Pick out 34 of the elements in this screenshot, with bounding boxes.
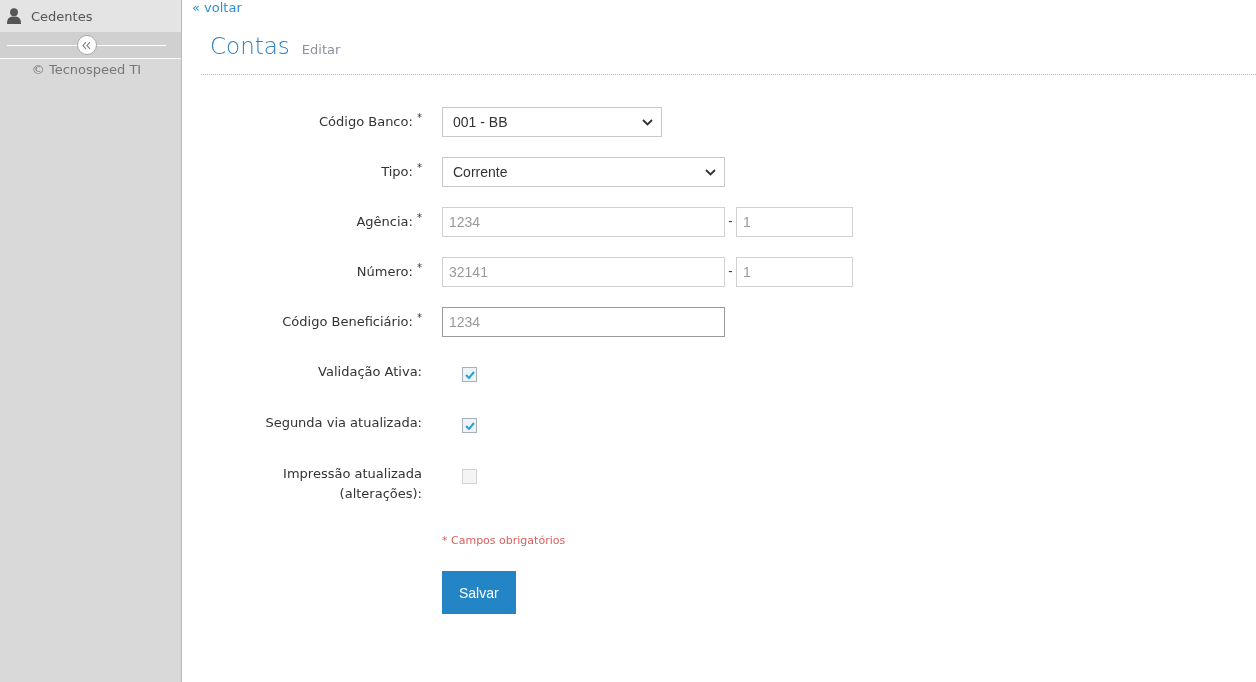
page-title: Contas [210, 32, 290, 61]
checkmark-icon [464, 421, 475, 430]
field-label: Código Beneficiário: $^{*}$ [282, 311, 422, 331]
select-field[interactable]: 001 - BB [442, 107, 662, 137]
sidebar-item[interactable]: Cedentes [0, 0, 181, 32]
field-label: Impressão atualizada (alterações): [282, 465, 422, 503]
page-subtitle: Editar [301, 42, 341, 57]
collapse-button[interactable] [76, 35, 97, 55]
input-field[interactable]: 1234 [442, 307, 725, 337]
back-link[interactable]: « voltar [192, 0, 242, 16]
chevron-down-icon [642, 118, 653, 126]
required-note: * Campos obrigatórios [442, 534, 567, 547]
input-field[interactable]: 1234 [442, 207, 725, 237]
checkmark-icon [464, 370, 475, 379]
field-label: Agência: $^{*}$ [356, 211, 422, 231]
input-field[interactable]: 1 [736, 207, 853, 237]
field-label: Tipo: $^{*}$ [381, 161, 422, 181]
dash-text: - [727, 212, 734, 230]
field-label: Número: $^{*}$ [356, 261, 422, 281]
copyright-text: © Tecnospeed TI [31, 61, 142, 78]
field-label: Código Banco: $^{*}$ [319, 111, 422, 131]
double-chevron-left-icon [82, 40, 91, 50]
checkbox[interactable] [462, 367, 477, 382]
save-button[interactable]: Salvar [442, 571, 516, 614]
input-field[interactable]: 32141 [442, 257, 725, 287]
checkbox[interactable] [462, 469, 477, 484]
chevron-down-icon [705, 168, 716, 176]
select-field[interactable]: Corrente [442, 157, 725, 187]
field-label: Validação Ativa: [318, 363, 422, 381]
input-field[interactable]: 1 [736, 257, 853, 287]
dash-text: - [727, 262, 734, 280]
person-icon [7, 8, 21, 24]
field-label: Segunda via atualizada: [265, 414, 422, 432]
checkbox[interactable] [462, 418, 477, 433]
